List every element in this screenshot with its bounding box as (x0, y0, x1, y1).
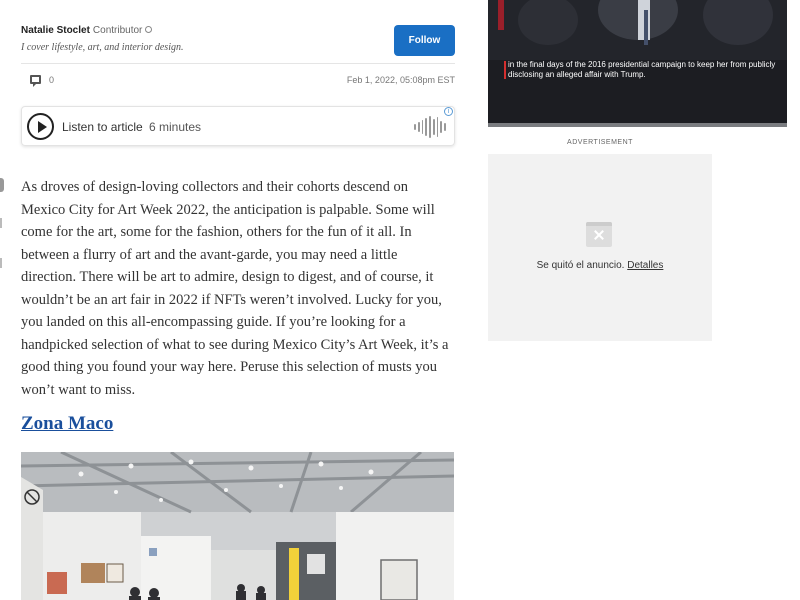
author-block: Natalie Stoclet Contributor I cover lifes… (21, 24, 455, 64)
listen-duration: 6 minutes (149, 120, 202, 134)
article-paragraph: As droves of design-loving collectors an… (21, 179, 449, 398)
edge-handle (0, 178, 4, 192)
author-name[interactable]: Natalie Stoclet (21, 25, 90, 36)
ad-removed-icon-bar (586, 222, 612, 226)
publish-date: Feb 1, 2022, 05:08pm EST (346, 75, 455, 85)
listen-to-article-player[interactable]: Listen to article 6 minutes i (21, 106, 455, 146)
listen-label: Listen to article (62, 120, 143, 134)
article-meta: 0 Feb 1, 2022, 05:08pm EST (21, 73, 455, 89)
ad-removed-message: Se quitó el anuncio. Detalles (488, 260, 712, 271)
ad-removed-text: Se quitó el anuncio. (536, 260, 625, 271)
ad-slot: Se quitó el anuncio. Detalles (488, 154, 712, 341)
video-progress-bar[interactable] (488, 123, 787, 127)
author-role: Contributor (92, 25, 143, 36)
follow-button[interactable]: Follow (394, 25, 455, 56)
video-player[interactable]: in the final days of the 2016 presidenti… (488, 0, 787, 127)
waveform-icon (414, 116, 447, 138)
edge-mark (0, 258, 2, 268)
caption-accent (504, 61, 506, 79)
ad-label: ADVERTISEMENT (567, 139, 633, 146)
comment-icon[interactable] (30, 75, 41, 87)
author-line: Natalie Stoclet Contributor (21, 24, 455, 38)
edge-mark (0, 218, 2, 228)
video-frame (488, 0, 787, 60)
art-fair-booth-photo (21, 452, 454, 600)
info-icon[interactable]: i (444, 107, 453, 116)
author-bio: I cover lifestyle, art, and interior des… (21, 42, 184, 53)
contributor-info-icon[interactable] (145, 26, 153, 33)
video-caption: in the final days of the 2016 presidenti… (508, 60, 776, 79)
ad-details-link[interactable]: Detalles (627, 260, 663, 271)
gallery-photo (21, 452, 454, 600)
section-heading-link[interactable]: Zona Maco (21, 413, 113, 435)
comment-count[interactable]: 0 (49, 75, 54, 85)
divider (21, 63, 455, 64)
play-icon[interactable] (27, 113, 54, 140)
